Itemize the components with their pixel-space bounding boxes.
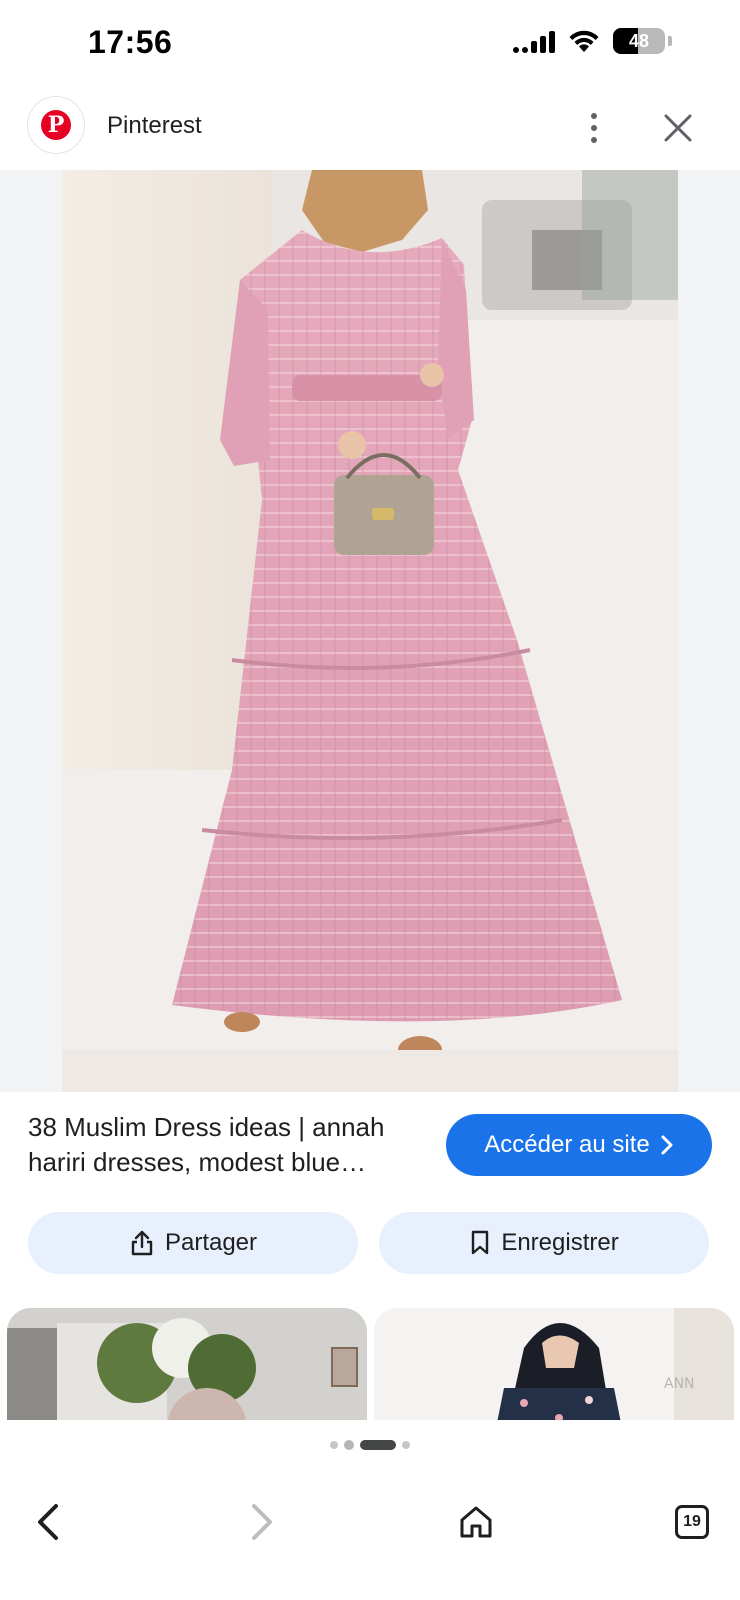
site-name[interactable]: Pinterest (107, 112, 202, 140)
related-thumbnail[interactable]: ANN (374, 1308, 734, 1420)
page-dot (330, 1441, 338, 1449)
pinterest-logo-mark: P (41, 110, 71, 140)
status-time: 17:56 (88, 24, 173, 60)
back-icon (38, 1504, 58, 1540)
app-header: P Pinterest (0, 88, 740, 170)
battery-icon: 48 (613, 28, 665, 54)
bottom-navigation: 19 (0, 1470, 740, 1600)
battery-percent: 48 (628, 30, 650, 51)
page-dot (344, 1440, 354, 1450)
chevron-right-icon (661, 1135, 673, 1155)
share-label: Partager (164, 1229, 258, 1256)
signal-icon (513, 29, 555, 53)
page-dot (402, 1441, 410, 1449)
result-caption[interactable]: 38 Muslim Dress ideas | annah hariri dre… (28, 1110, 418, 1180)
result-image[interactable] (62, 170, 678, 1092)
tab-count: 19 (675, 1505, 709, 1539)
status-icons: 48 (513, 28, 672, 54)
share-button[interactable]: Partager (28, 1212, 358, 1274)
bookmark-icon (472, 1230, 489, 1255)
wifi-icon (569, 30, 599, 52)
carousel-page-indicator (0, 1420, 740, 1470)
status-bar: 17:56 48 (0, 0, 740, 88)
related-results: ANN (0, 1308, 740, 1420)
forward-button[interactable] (232, 1492, 292, 1552)
close-icon[interactable] (658, 108, 698, 148)
page-dot-active (360, 1440, 396, 1450)
dress-photo (62, 170, 678, 1092)
forward-icon (252, 1504, 272, 1540)
home-icon (460, 1506, 492, 1538)
battery-tip (668, 36, 672, 46)
visit-site-button[interactable]: Accéder au site (446, 1114, 712, 1176)
related-thumbnail[interactable] (7, 1308, 367, 1420)
save-label: Enregistrer (501, 1229, 619, 1256)
more-vert-icon[interactable] (574, 108, 614, 148)
visit-site-label: Accéder au site (484, 1131, 650, 1158)
tabs-button[interactable]: 19 (662, 1492, 722, 1552)
save-button[interactable]: Enregistrer (379, 1212, 709, 1274)
svg-text:ANN: ANN (664, 1376, 695, 1392)
back-button[interactable] (18, 1492, 78, 1552)
share-icon (131, 1230, 153, 1256)
home-button[interactable] (446, 1492, 506, 1552)
image-stage (0, 170, 740, 1092)
pinterest-logo[interactable]: P (27, 96, 85, 154)
